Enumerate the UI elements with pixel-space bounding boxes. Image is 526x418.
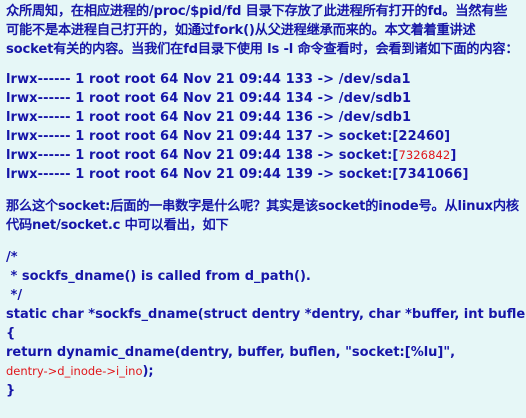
- listing-text: lrwx------ 1 root root 64 Nov 21 09:44 1…: [6, 129, 451, 144]
- code-line: return dynamic_dname(dentry, buffer, buf…: [6, 345, 456, 361]
- code-line: /*: [6, 250, 18, 266]
- highlighted-code: dentry->d_inode->i_ino: [6, 364, 143, 379]
- listing-tail: ]: [450, 148, 457, 163]
- code-line: dentry->d_inode->i_ino);: [6, 362, 520, 381]
- code-line: {: [6, 326, 16, 342]
- listing-line: lrwx------ 1 root root 64 Nov 21 09:44 1…: [6, 127, 520, 146]
- highlighted-inode: 7326842: [398, 148, 451, 162]
- listing-line: lrwx------ 1 root root 64 Nov 21 09:44 1…: [6, 165, 520, 184]
- listing-text: lrwx------ 1 root root 64 Nov 21 09:44 1…: [6, 72, 411, 87]
- code-line: */: [6, 288, 23, 304]
- fd-listing: lrwx------ 1 root root 64 Nov 21 09:44 1…: [6, 70, 520, 184]
- question-paragraph: 那么这个socket:后面的一串数字是什么呢？其实是该socket的inode号…: [6, 199, 519, 233]
- code-tail: );: [142, 364, 154, 380]
- listing-text: lrwx------ 1 root root 64 Nov 21 09:44 1…: [6, 148, 399, 163]
- listing-line: lrwx------ 1 root root 64 Nov 21 09:44 1…: [6, 108, 520, 127]
- code-line: * sockfs_dname() is called from d_path()…: [6, 269, 311, 285]
- code-block: /* * sockfs_dname() is called from d_pat…: [6, 248, 526, 400]
- article-body: 众所周知，在相应进程的/proc/$pid/fd 目录下存放了此进程所有打开的f…: [0, 0, 526, 418]
- code-line: static char *sockfs_dname(struct dentry …: [6, 307, 526, 323]
- listing-text: lrwx------ 1 root root 64 Nov 21 09:44 1…: [6, 167, 469, 182]
- listing-text: lrwx------ 1 root root 64 Nov 21 09:44 1…: [6, 110, 412, 125]
- listing-text: lrwx------ 1 root root 64 Nov 21 09:44 1…: [6, 91, 412, 106]
- listing-line: lrwx------ 1 root root 64 Nov 21 09:44 1…: [6, 89, 520, 108]
- intro-paragraph: 众所周知，在相应进程的/proc/$pid/fd 目录下存放了此进程所有打开的f…: [6, 4, 519, 57]
- listing-line: lrwx------ 1 root root 64 Nov 21 09:44 1…: [6, 146, 520, 165]
- code-line: }: [6, 383, 16, 399]
- listing-line: lrwx------ 1 root root 64 Nov 21 09:44 1…: [6, 70, 520, 89]
